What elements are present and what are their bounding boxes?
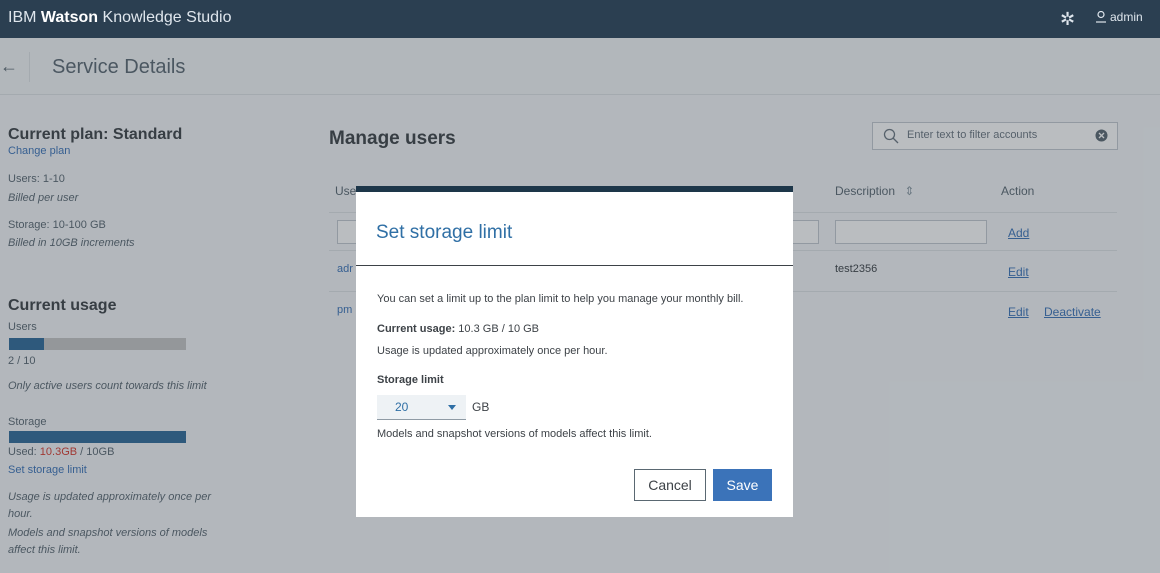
save-button[interactable]: Save — [713, 469, 772, 501]
app-brand[interactable]: IBM Watson Knowledge Studio — [8, 9, 232, 27]
usage-label: Current usage: — [377, 323, 456, 335]
dialog-separator — [356, 265, 793, 266]
models-note: Models and snapshot versions of models a… — [377, 428, 652, 440]
user-menu[interactable]: admin — [1096, 10, 1143, 24]
dialog-title: Set storage limit — [376, 222, 513, 243]
brand-bold: Watson — [40, 9, 99, 26]
gear-icon[interactable]: ✲ — [1060, 9, 1075, 30]
brand-prefix: IBM — [8, 9, 41, 26]
top-bar: IBM Watson Knowledge Studio ✲ admin — [0, 0, 1160, 38]
storage-limit-label: Storage limit — [377, 374, 444, 386]
usage-value: 10.3 GB / 10 GB — [455, 323, 540, 335]
dialog-intro: You can set a limit up to the plan limit… — [377, 293, 744, 305]
user-icon — [1096, 11, 1106, 23]
update-note: Usage is updated approximately once per … — [377, 345, 608, 357]
chevron-down-icon — [448, 405, 456, 410]
brand-suffix: Knowledge Studio — [98, 9, 232, 26]
current-usage-line: Current usage: 10.3 GB / 10 GB — [377, 323, 539, 335]
cancel-button[interactable]: Cancel — [634, 469, 706, 501]
storage-limit-select[interactable]: 20 — [377, 395, 466, 420]
user-name: admin — [1110, 10, 1143, 24]
unit-label: GB — [472, 400, 490, 414]
select-value: 20 — [395, 400, 409, 414]
set-storage-limit-dialog: Set storage limit You can set a limit up… — [356, 186, 793, 517]
